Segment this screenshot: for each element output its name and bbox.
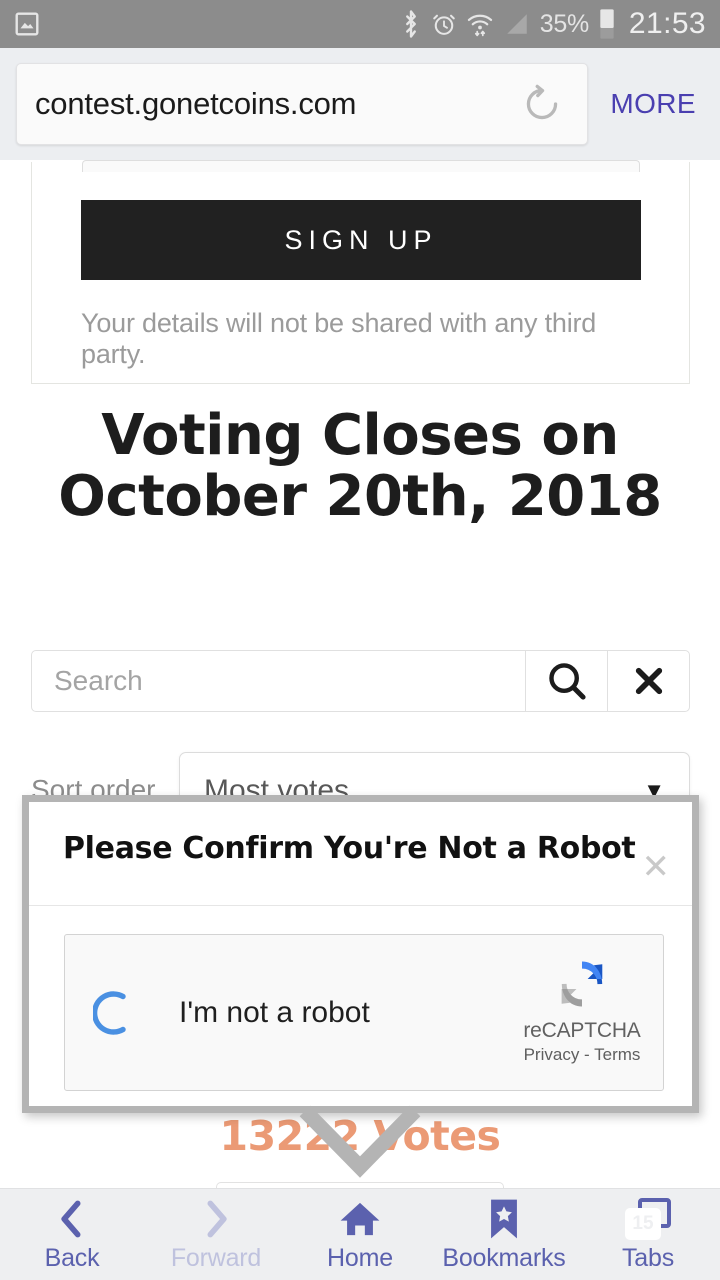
chevron-right-icon [199,1197,233,1241]
recaptcha-widget[interactable]: I'm not a robot reCAPTCHA Privacy - Term… [64,934,664,1091]
clock-time: 21:53 [628,7,706,40]
headline-line-2: October 20th, 2018 [58,464,662,529]
clear-search-button[interactable] [607,651,689,711]
nav-home-label: Home [327,1243,393,1272]
nav-bookmarks-label: Bookmarks [442,1243,566,1272]
cropped-input-field[interactable] [82,160,640,172]
recaptcha-label: I'm not a robot [179,995,370,1029]
page-title: Voting Closes on October 20th, 2018 [0,405,720,527]
nav-bookmarks-button[interactable]: Bookmarks [432,1197,576,1273]
tabs-icon: 15 [625,1197,671,1241]
wifi-icon [466,10,494,38]
modal-header: Please Confirm You're Not a Robot ✕ [29,802,692,906]
nav-tabs-button[interactable]: 15 Tabs [576,1197,720,1273]
status-bar: 35% 21:53 [0,0,720,48]
url-text: contest.gonetcoins.com [35,86,357,121]
recaptcha-brand-name: reCAPTCHA [523,1019,641,1042]
phone-screen: 35% 21:53 contest.gonetcoins.com MORE SI… [0,0,720,1280]
recaptcha-logo-icon [517,951,647,1017]
modal-pointer-arrow [297,1105,423,1188]
search-input[interactable] [32,651,525,711]
modal-title: Please Confirm You're Not a Robot [63,831,636,866]
modal-body: I'm not a robot reCAPTCHA Privacy - Term… [29,906,692,1119]
url-bar[interactable]: contest.gonetcoins.com [16,63,589,145]
browser-toolbar: contest.gonetcoins.com MORE [0,48,720,160]
home-icon [339,1197,381,1241]
nav-home-button[interactable]: Home [288,1197,432,1273]
nav-forward-button[interactable]: Forward [144,1197,288,1273]
recaptcha-terms-link[interactable]: Privacy - Terms [517,1045,647,1065]
image-icon [14,11,40,37]
chevron-left-icon [55,1197,89,1241]
privacy-note: Your details will not be shared with any… [81,308,597,369]
nav-back-button[interactable]: Back [0,1197,144,1273]
nav-back-label: Back [44,1243,100,1272]
signup-card: SIGN UP Your details will not be shared … [31,160,690,384]
headline-line-1: Voting Closes on [101,403,619,468]
tabs-count: 15 [632,1212,654,1234]
search-button[interactable] [525,651,607,711]
reload-icon[interactable] [515,77,569,131]
bookmark-star-icon [487,1197,521,1241]
close-icon[interactable]: ✕ [642,850,671,884]
recaptcha-brand: reCAPTCHA Privacy - Terms [517,951,647,1065]
search-bar [31,650,690,712]
spinner-icon [91,990,139,1036]
browser-bottom-nav: Back Forward Home Bookmarks 15 Tabs [0,1188,720,1280]
nav-forward-label: Forward [170,1243,262,1272]
captcha-modal: Please Confirm You're Not a Robot ✕ I'm … [22,795,699,1113]
more-button[interactable]: MORE [588,88,704,120]
nav-tabs-label: Tabs [621,1243,674,1272]
battery-percent: 35% [539,9,589,38]
alarm-icon [431,10,457,38]
bluetooth-icon [400,9,422,39]
signal-icon [503,11,531,37]
sign-up-button[interactable]: SIGN UP [81,200,641,280]
battery-icon [598,8,616,40]
